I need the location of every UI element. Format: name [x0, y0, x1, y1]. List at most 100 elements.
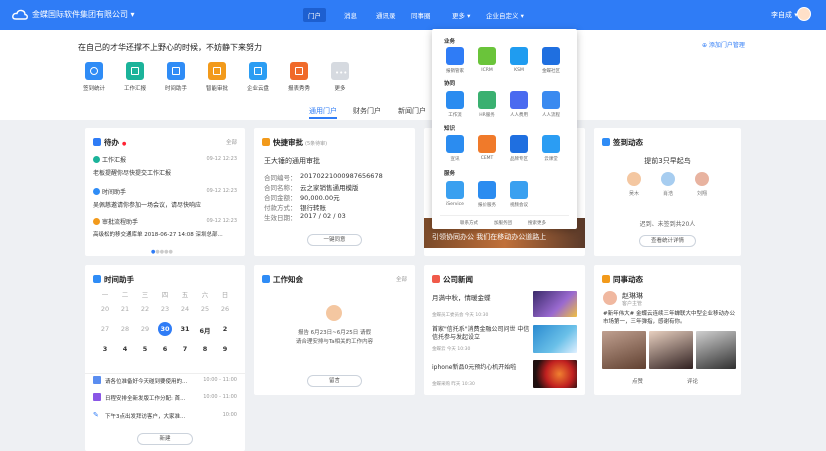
post-image[interactable]	[602, 331, 646, 369]
menu-item-icrm[interactable]: ICRM	[474, 47, 500, 73]
todo-time: 09-12 12:23	[206, 218, 237, 224]
nav-messages[interactable]: 消息	[339, 8, 362, 22]
menu-item-brand[interactable]: 品牌专区	[506, 135, 532, 162]
nav-colleague-circle[interactable]: 同事圈	[406, 8, 436, 22]
calendar-day[interactable]: 21	[116, 305, 134, 313]
calendar-day[interactable]: 26	[216, 305, 234, 313]
calendar-day[interactable]: 28	[116, 325, 134, 333]
calendar-day[interactable]: 23	[156, 305, 174, 313]
tab-finance-portal[interactable]: 财务门户	[353, 106, 381, 116]
calendar-day[interactable]: 9	[216, 345, 234, 353]
todo-text[interactable]: 老板提醒你尽快提交工作汇报	[93, 168, 171, 177]
menu-item-cemt[interactable]: CEMT	[474, 135, 500, 161]
view-all-link[interactable]: 全部	[396, 275, 407, 283]
calendar-day[interactable]: 24	[176, 305, 194, 313]
news-title[interactable]: 月满中秋，情暖金蝶	[432, 292, 491, 302]
app-time-assistant[interactable]: 时间助手	[158, 62, 194, 92]
view-all-link[interactable]: 全部	[226, 138, 237, 146]
app-signin-stats[interactable]: 签到统计	[76, 62, 112, 92]
location-icon	[85, 62, 103, 80]
menu-item-classroom[interactable]: 云课堂	[538, 135, 564, 162]
menu-item-iservice[interactable]: iService	[442, 181, 468, 207]
top-navigation-bar: 金蝶国际软件集团有限公司 ▾ 门户 消息 通讯录 同事圈 更多 ▾ 企业自定义 …	[0, 0, 826, 30]
calendar-day[interactable]: 20	[96, 305, 114, 313]
user-menu[interactable]: 李自成 ▾	[771, 10, 798, 20]
menu-item-fees[interactable]: 人人费用	[506, 91, 532, 118]
nav-more[interactable]: 更多 ▾	[447, 8, 475, 22]
post-image[interactable]	[649, 331, 693, 369]
calendar-day[interactable]: 27	[96, 325, 114, 333]
app-report-show[interactable]: 报表秀秀	[281, 62, 317, 92]
menu-item-workflow[interactable]: 工作流	[442, 91, 468, 118]
calendar-day[interactable]: 4	[116, 345, 134, 353]
tab-general-portal[interactable]: 通用门户	[309, 106, 337, 116]
field-label: 生效日期：	[264, 214, 297, 222]
app-smart-approval[interactable]: 智能审批	[199, 62, 235, 92]
divider	[440, 215, 569, 216]
menu-item-announce[interactable]: 宣讯	[442, 135, 468, 162]
weekday-label: 一	[101, 291, 109, 299]
menu-item-hr[interactable]: HR服务	[474, 91, 500, 118]
company-switcher[interactable]: 金蝶国际软件集团有限公司 ▾	[32, 9, 135, 20]
search-more-link[interactable]: 搜索更多	[528, 220, 546, 226]
field-value: 20170221000987656678	[300, 172, 383, 180]
app-more[interactable]: ••• 更多	[322, 62, 358, 92]
checklist-icon	[167, 62, 185, 80]
calendar-day[interactable]: 29	[136, 325, 154, 333]
event-text[interactable]: 请各位准备好今天碰到要使用的...	[105, 377, 187, 385]
event-text[interactable]: 下午3点出发拜访客户，大家准...	[105, 412, 185, 420]
bar-chart-icon	[290, 62, 308, 80]
app-cloud-drive[interactable]: 企业云盘	[240, 62, 276, 92]
menu-item-quote[interactable]: 报价服务	[474, 181, 500, 208]
news-title[interactable]: iphone新品0元预约心机开始啦	[432, 362, 516, 371]
calendar-day[interactable]: 7	[176, 345, 194, 353]
signin-message: 提前3只早起鸟	[644, 157, 691, 165]
new-event-button[interactable]: 新建	[137, 433, 193, 445]
view-stats-button[interactable]: 查看统计详情	[639, 235, 696, 247]
check-icon	[93, 138, 101, 146]
calendar-day[interactable]: 25	[196, 305, 214, 313]
nav-enterprise-custom[interactable]: 企业自定义 ▾	[481, 8, 529, 22]
todo-text[interactable]: 吴佩慈邀请你参加一场会议，请尽快响应	[93, 200, 201, 209]
nav-contacts[interactable]: 通讯录	[371, 8, 401, 22]
event-icon	[93, 393, 101, 401]
contact-link[interactable]: 联系方式	[460, 220, 478, 226]
nav-portal[interactable]: 门户	[303, 8, 326, 22]
event-text[interactable]: 日程安排全新发版工作分配: 首...	[105, 394, 185, 402]
add-portal-link[interactable]: ⊕ 添加门户管理	[702, 40, 745, 49]
news-thumbnail[interactable]	[533, 360, 577, 388]
calendar-day[interactable]: 5	[136, 345, 154, 353]
calendar-day-selected[interactable]: 30	[158, 322, 172, 336]
calendar-day[interactable]: 8	[196, 345, 214, 353]
app-work-report[interactable]: 工作汇报	[117, 62, 153, 92]
calendar-day[interactable]: 3	[96, 345, 114, 353]
calendar-day[interactable]: 6月	[196, 325, 214, 335]
menu-item-process[interactable]: 人人流程	[538, 91, 564, 118]
menu-item-community[interactable]: 金蝶社区	[538, 47, 564, 74]
post-image[interactable]	[696, 331, 736, 369]
carousel-dots[interactable]: ●●●●●	[151, 249, 173, 255]
todo-text[interactable]: 高级松的移交通库单 2018-06-27 14:08 深圳总部...	[93, 230, 223, 238]
menu-item-video[interactable]: 视频会议	[506, 181, 532, 208]
quick-approval-card: 快捷审批 (5条待审) 王大锤的通用审批 合同编号： 201702210009876…	[254, 128, 415, 256]
news-thumbnail[interactable]	[533, 325, 577, 353]
folder-icon	[249, 62, 267, 80]
approve-all-button[interactable]: 一键同意	[307, 234, 362, 246]
like-button[interactable]: 点赞	[632, 377, 643, 385]
time-assistant-card: 时间助手 请各位准备好今天碰到要使用的... 10:00 - 11:00 日程安…	[85, 265, 245, 451]
iservice-icon	[446, 181, 464, 199]
comment-button[interactable]: 评论	[687, 377, 698, 385]
calendar-day[interactable]: 2	[216, 325, 234, 333]
leave-message-button[interactable]: 留言	[307, 375, 362, 387]
todo-item-tag: 工作汇报	[93, 155, 126, 164]
news-thumbnail[interactable]	[533, 291, 577, 317]
news-title[interactable]: 首家"信托系"消费金融公司问世 中信信托参与发起设立	[432, 326, 530, 342]
calendar-day[interactable]: 6	[156, 345, 174, 353]
calendar-day[interactable]: 22	[136, 305, 154, 313]
tab-news-portal[interactable]: 新闻门户	[398, 106, 426, 116]
join-group-link[interactable]: 加服务团	[494, 220, 512, 226]
menu-item-expense[interactable]: 报销管家	[442, 47, 468, 74]
menu-item-ksm[interactable]: KSM	[506, 47, 532, 73]
user-avatar[interactable]	[797, 7, 811, 21]
calendar-day[interactable]: 31	[176, 325, 194, 333]
